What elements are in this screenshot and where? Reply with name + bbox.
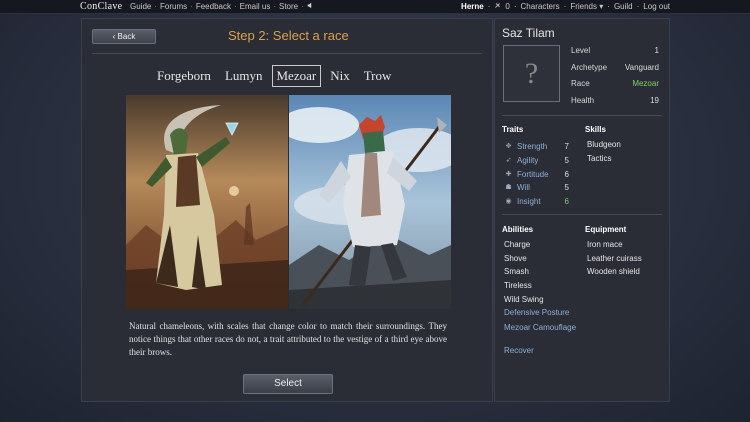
portrait-placeholder: ? bbox=[503, 45, 560, 102]
tab-trow[interactable]: Trow bbox=[359, 65, 397, 87]
top-nav-bar: ConClave Guide · Forums · Feedback · Email … bbox=[0, 0, 750, 14]
speaker-icon[interactable] bbox=[307, 2, 314, 9]
ability-item[interactable]: Smash bbox=[504, 267, 582, 281]
equipment-item[interactable]: Leather cuirass bbox=[587, 254, 642, 268]
ability-item[interactable]: Shove bbox=[504, 254, 582, 268]
nav-logout[interactable]: Log out bbox=[643, 2, 670, 11]
skill-item[interactable]: Tactics bbox=[587, 154, 621, 168]
equipment-list: Iron mace Leather cuirass Wooden shield bbox=[587, 240, 642, 281]
select-button[interactable]: Select bbox=[243, 374, 333, 394]
ability-item[interactable]: Wild Swing bbox=[504, 295, 582, 309]
trait-fortitude[interactable]: ✚ Fortitude 6 bbox=[504, 167, 569, 181]
fortitude-icon: ✚ bbox=[505, 170, 512, 178]
stat-label: Level bbox=[571, 46, 591, 55]
account-nav: Herne · 0 · Characters · Friends ▾ · Gui… bbox=[461, 2, 670, 11]
tab-mezoar[interactable]: Mezoar bbox=[271, 65, 322, 87]
tab-lumyn[interactable]: Lumyn bbox=[220, 65, 268, 87]
trait-insight[interactable]: ◉ Insight 6 bbox=[504, 195, 569, 209]
character-name: Saz Tilam bbox=[502, 26, 555, 40]
trait-agility[interactable]: ➶ Agility 5 bbox=[504, 154, 569, 168]
nav-guide[interactable]: Guide bbox=[130, 2, 151, 11]
nav-characters[interactable]: Characters bbox=[521, 2, 560, 11]
sep-dot: · bbox=[487, 2, 491, 11]
sep-dot: · bbox=[513, 2, 517, 11]
ability-item[interactable]: Recover bbox=[504, 346, 582, 360]
equipment-item[interactable]: Wooden shield bbox=[587, 267, 642, 281]
nav-guild[interactable]: Guild bbox=[614, 2, 633, 11]
will-icon: ☗ bbox=[505, 184, 512, 192]
race-description: Natural chameleons, with scales that cha… bbox=[129, 321, 447, 357]
stat-value: Mezoar bbox=[632, 79, 659, 88]
equipment-item[interactable]: Iron mace bbox=[587, 240, 642, 254]
coins-icon bbox=[494, 2, 501, 11]
ability-item[interactable]: Mezoar Camouflage bbox=[504, 322, 582, 346]
chevron-down-icon: ▾ bbox=[599, 2, 604, 11]
trait-will[interactable]: ☗ Will 5 bbox=[504, 181, 569, 195]
site-logo[interactable]: ConClave bbox=[80, 1, 122, 12]
ability-item[interactable]: Tireless bbox=[504, 281, 582, 295]
divider bbox=[502, 214, 662, 215]
stat-label: Race bbox=[571, 79, 590, 88]
equipment-header: Equipment bbox=[585, 225, 627, 234]
stat-label: Archetype bbox=[571, 62, 608, 72]
stat-archetype: Archetype Vanguard bbox=[571, 62, 659, 79]
abilities-header: Abilities bbox=[502, 225, 534, 234]
sep-dot: · bbox=[563, 2, 567, 11]
traits-header: Traits bbox=[502, 125, 524, 134]
coins-count: 0 bbox=[505, 2, 510, 11]
nav-friends[interactable]: Friends ▾ bbox=[570, 2, 603, 11]
stat-health: Health 19 bbox=[571, 95, 659, 112]
ability-item[interactable]: Defensive Posture bbox=[504, 308, 582, 322]
page-title: Step 2: Select a race bbox=[228, 28, 349, 43]
race-artwork-desert bbox=[126, 95, 288, 309]
nav-forums[interactable]: Forums bbox=[160, 2, 187, 11]
stat-value: 19 bbox=[650, 95, 659, 105]
stat-value: Vanguard bbox=[624, 62, 659, 72]
race-artwork-mezoar bbox=[289, 95, 451, 309]
stat-race: Race Mezoar bbox=[571, 78, 659, 95]
back-button[interactable]: ‹ Back bbox=[92, 29, 156, 44]
character-stats: Level 1 Archetype Vanguard Race Mezoar H… bbox=[571, 45, 659, 111]
ability-item[interactable]: Charge bbox=[504, 240, 582, 254]
race-tabs: Forgeborn Lumyn Mezoar Nix Trow bbox=[152, 65, 396, 87]
divider bbox=[92, 53, 482, 54]
character-sheet: Saz Tilam ? Level 1 Archetype Vanguard R… bbox=[494, 18, 670, 402]
nav-store[interactable]: Store bbox=[279, 2, 298, 11]
username[interactable]: Herne bbox=[461, 2, 484, 11]
skill-item[interactable]: Bludgeon bbox=[587, 140, 621, 154]
nav-email-us[interactable]: Email us bbox=[240, 2, 271, 11]
stat-label: Health bbox=[571, 95, 595, 105]
nav-feedback[interactable]: Feedback bbox=[196, 2, 231, 11]
abilities-list: Charge Shove Smash Tireless Wild Swing D… bbox=[504, 240, 582, 360]
insight-icon: ◉ bbox=[505, 198, 512, 206]
traits-list: ✥ Strength 7 ➶ Agility 5 ✚ Fortitude 6 ☗… bbox=[504, 140, 569, 208]
agility-icon: ➶ bbox=[505, 157, 512, 165]
tab-nix[interactable]: Nix bbox=[325, 65, 355, 87]
stat-level: Level 1 bbox=[571, 45, 659, 62]
divider bbox=[502, 115, 662, 116]
tab-forgeborn[interactable]: Forgeborn bbox=[152, 65, 216, 87]
skills-list: Bludgeon Tactics bbox=[587, 140, 621, 167]
race-selection-panel: ‹ Back Step 2: Select a race Forgeborn L… bbox=[81, 18, 493, 402]
stat-value: 1 bbox=[654, 46, 659, 55]
skills-header: Skills bbox=[585, 125, 606, 134]
site-nav: Guide · Forums · Feedback · Email us · Store… bbox=[130, 2, 314, 11]
strength-icon: ✥ bbox=[505, 143, 512, 151]
trait-strength[interactable]: ✥ Strength 7 bbox=[504, 140, 569, 154]
sep-dot: · bbox=[607, 2, 610, 11]
sep-dot: · bbox=[636, 2, 640, 11]
